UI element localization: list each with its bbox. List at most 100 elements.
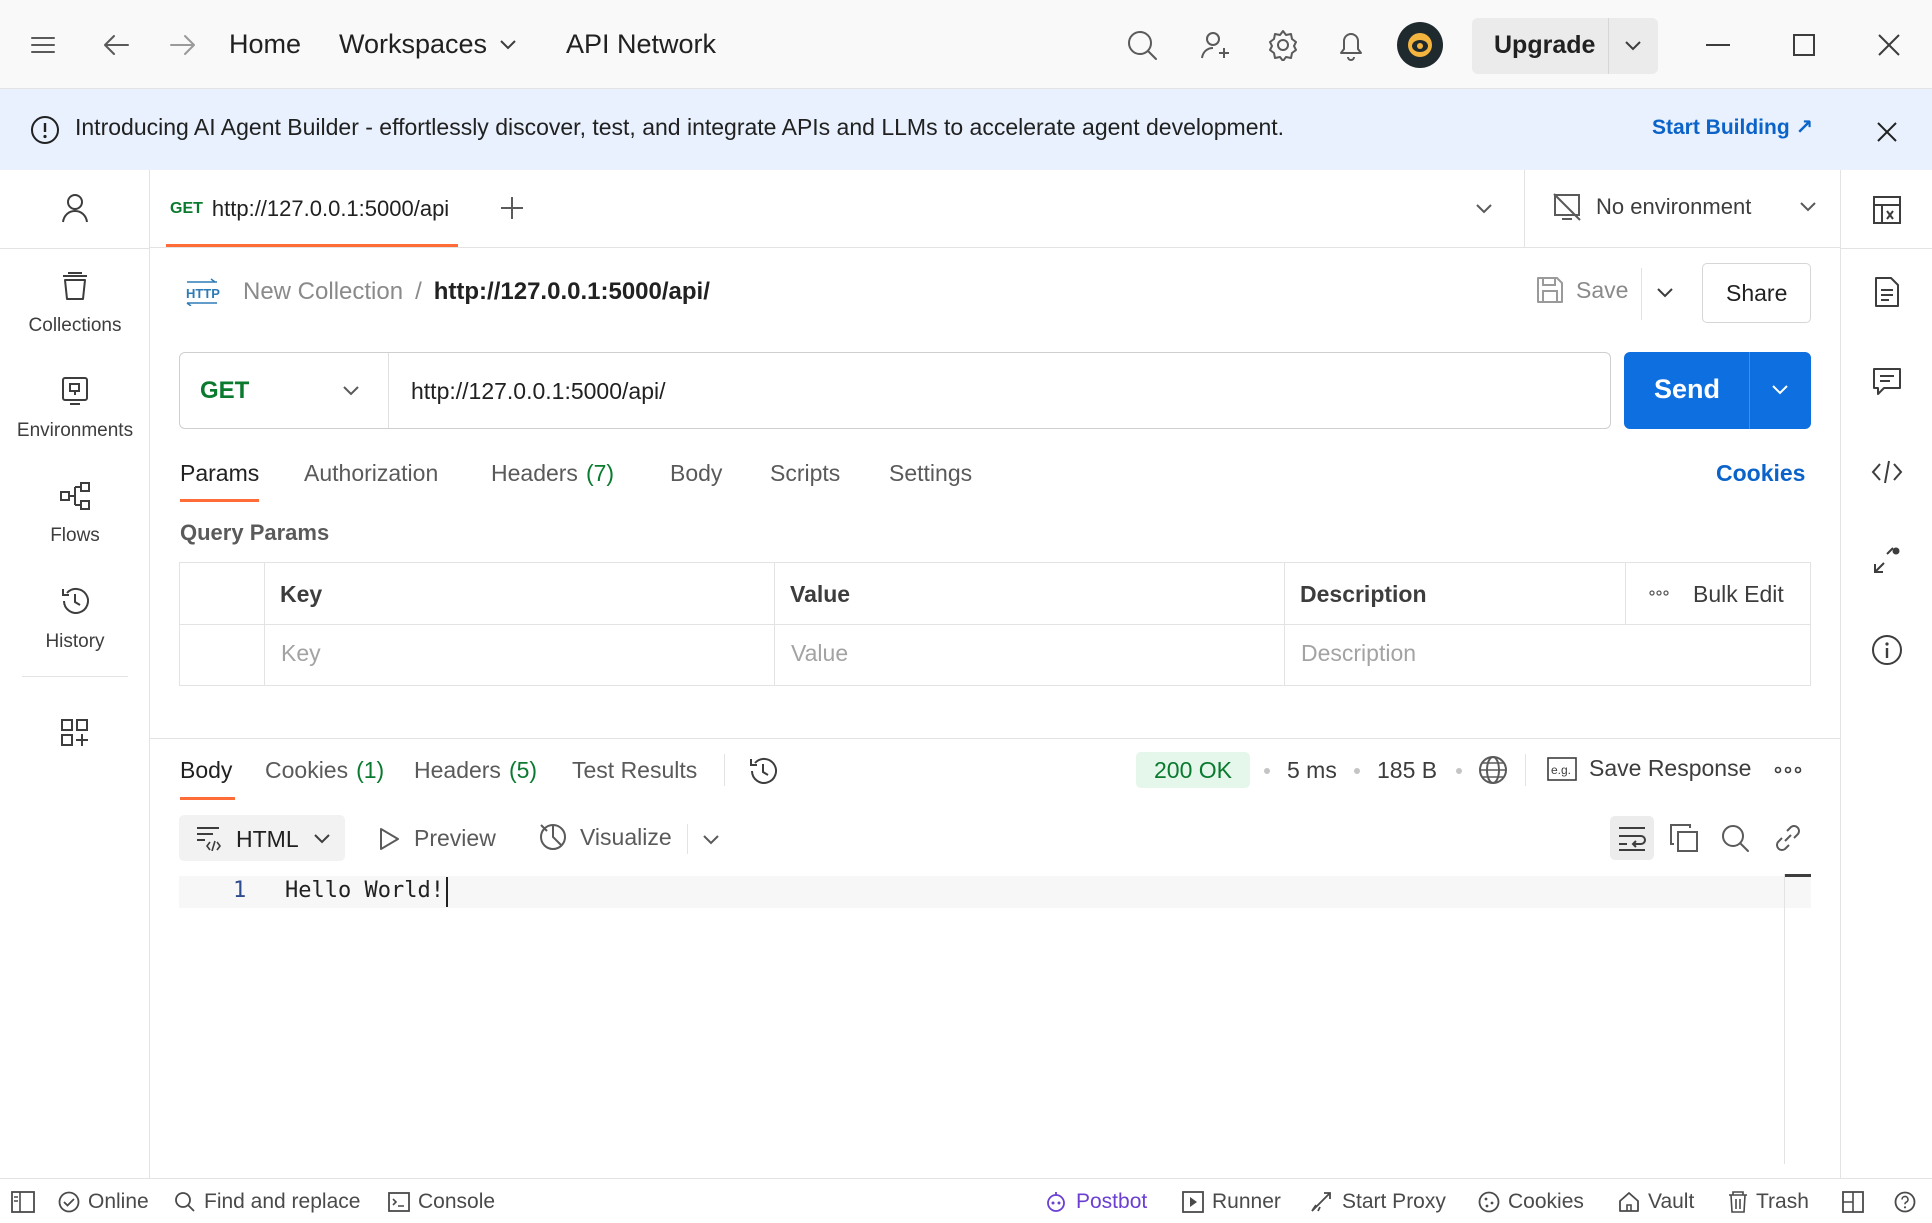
online-status[interactable]: Online	[58, 1190, 149, 1214]
code-format-icon	[195, 825, 223, 851]
chevron-down-icon[interactable]	[696, 828, 726, 852]
sidebar-item-history[interactable]: History	[0, 583, 150, 653]
visualize-button[interactable]: Visualize	[538, 822, 672, 852]
request-tab-bar: GET http://127.0.0.1:5000/api No environ…	[150, 170, 1840, 248]
more-options-icon[interactable]	[1772, 760, 1804, 780]
globe-icon[interactable]	[1476, 753, 1510, 787]
chevron-down-icon[interactable]	[336, 379, 366, 403]
menu-icon[interactable]	[26, 30, 60, 60]
runner-button[interactable]: Runner	[1182, 1190, 1281, 1214]
variables-icon[interactable]	[1869, 192, 1905, 228]
response-divider[interactable]	[150, 738, 1840, 739]
search-icon[interactable]	[1718, 821, 1752, 855]
more-options-icon[interactable]	[1646, 583, 1672, 603]
response-size[interactable]: 185 B	[1377, 757, 1437, 784]
gear-icon[interactable]	[1265, 27, 1301, 63]
share-button[interactable]: Share	[1702, 263, 1811, 323]
status-badge[interactable]: 200 OK	[1136, 752, 1250, 788]
toggle-sidebar-icon[interactable]	[10, 1190, 36, 1214]
sidebar-item-environments[interactable]: Environments	[0, 373, 150, 442]
tab-body[interactable]: Body	[670, 460, 722, 487]
key-input[interactable]: Key	[281, 640, 321, 667]
left-sidebar: Collections Environments Flows History	[0, 170, 150, 1178]
chevron-down-icon[interactable]	[1618, 34, 1648, 58]
nav-workspaces[interactable]: Workspaces	[339, 29, 517, 60]
description-input[interactable]: Description	[1301, 640, 1416, 667]
trash-icon	[1728, 1191, 1748, 1213]
avatar[interactable]	[1397, 22, 1443, 68]
trash-button[interactable]: Trash	[1728, 1190, 1809, 1214]
console-button[interactable]: Console	[388, 1190, 495, 1214]
request-name[interactable]: http://127.0.0.1:5000/api/	[434, 278, 710, 306]
tab-params[interactable]: Params	[180, 460, 259, 487]
plus-icon[interactable]	[496, 192, 528, 224]
chevron-down-icon[interactable]	[1764, 378, 1796, 402]
response-history-icon[interactable]	[745, 753, 781, 789]
breadcrumb-collection[interactable]: New Collection	[243, 278, 403, 306]
sidebar-item-configure[interactable]	[0, 715, 150, 754]
upgrade-button[interactable]: Upgrade	[1472, 18, 1658, 74]
sidebar-item-collections[interactable]: Collections	[0, 268, 150, 337]
sidebar-item-label: Flows	[50, 525, 100, 546]
response-body-text[interactable]: Hello World!	[285, 878, 444, 903]
sidebar-item-flows[interactable]: Flows	[0, 478, 150, 547]
cookies-link[interactable]: Cookies	[1716, 460, 1805, 487]
tab-settings[interactable]: Settings	[889, 460, 972, 487]
response-format-select[interactable]: HTML	[179, 815, 345, 861]
sidebar-item-label: Collections	[28, 315, 122, 336]
chevron-down-icon[interactable]	[1650, 280, 1680, 306]
response-tab-cookies[interactable]: Cookies (1)	[265, 757, 384, 784]
save-response-button[interactable]: e.g. Save Response	[1547, 755, 1751, 782]
tab-headers[interactable]: Headers (7)	[491, 460, 614, 487]
bell-icon[interactable]	[1333, 27, 1369, 63]
history-icon	[0, 583, 150, 619]
search-icon[interactable]	[1124, 27, 1160, 63]
tab-scripts[interactable]: Scripts	[770, 460, 840, 487]
code-icon[interactable]	[1869, 454, 1905, 490]
start-proxy-button[interactable]: Start Proxy	[1310, 1190, 1446, 1214]
response-tab-body[interactable]: Body	[180, 757, 232, 784]
wrap-lines-button[interactable]	[1610, 816, 1654, 860]
link-icon[interactable]	[1771, 821, 1805, 855]
method-select[interactable]: GET	[200, 377, 249, 405]
tab-authorization[interactable]: Authorization	[304, 460, 438, 487]
maximize-icon[interactable]	[1786, 30, 1822, 60]
invite-user-icon[interactable]	[1198, 27, 1234, 63]
back-arrow-icon[interactable]	[99, 28, 133, 62]
nav-api-network[interactable]: API Network	[566, 29, 716, 60]
sidebar-item-workspace-user[interactable]	[0, 190, 150, 230]
url-input[interactable]: http://127.0.0.1:5000/api/	[411, 378, 665, 405]
find-replace-button[interactable]: Find and replace	[174, 1190, 360, 1214]
value-input[interactable]: Value	[791, 640, 848, 667]
documentation-icon[interactable]	[1869, 274, 1905, 310]
forward-arrow-icon[interactable]	[166, 28, 200, 62]
cookies-button[interactable]: Cookies	[1478, 1190, 1584, 1214]
layout-icon[interactable]	[1840, 1190, 1866, 1214]
response-time[interactable]: 5 ms	[1287, 757, 1337, 784]
related-collections-icon[interactable]	[1869, 542, 1905, 578]
editor-scroll-track[interactable]	[1784, 874, 1785, 1164]
response-tab-test-results[interactable]: Test Results	[572, 757, 697, 784]
editor-scroll-thumb[interactable]	[1785, 874, 1811, 877]
minimize-icon[interactable]	[1700, 30, 1736, 60]
preview-button[interactable]: Preview	[378, 825, 496, 852]
vault-button[interactable]: Vault	[1618, 1190, 1694, 1214]
response-tab-headers[interactable]: Headers (5)	[414, 757, 537, 784]
bulk-edit-button[interactable]: Bulk Edit	[1693, 581, 1784, 608]
postbot-button[interactable]: Postbot	[1044, 1190, 1147, 1214]
environment-selector[interactable]: No environment	[1552, 192, 1817, 222]
send-button[interactable]: Send	[1624, 352, 1811, 429]
chevron-down-icon[interactable]	[1468, 196, 1500, 222]
comments-icon[interactable]	[1869, 364, 1905, 400]
close-icon[interactable]	[1872, 117, 1902, 147]
nav-home[interactable]: Home	[229, 29, 301, 60]
start-building-link[interactable]: Start Building ↗	[1652, 115, 1813, 140]
copy-icon[interactable]	[1667, 821, 1701, 855]
close-window-icon[interactable]	[1871, 28, 1907, 62]
request-tab[interactable]: GET http://127.0.0.1:5000/api	[170, 196, 449, 222]
save-button[interactable]: Save	[1536, 276, 1628, 304]
wrap-lines-icon	[1617, 825, 1647, 851]
help-icon[interactable]	[1892, 1190, 1918, 1214]
info-icon[interactable]	[1869, 632, 1905, 668]
svg-text:e.g.: e.g.	[1551, 763, 1571, 777]
